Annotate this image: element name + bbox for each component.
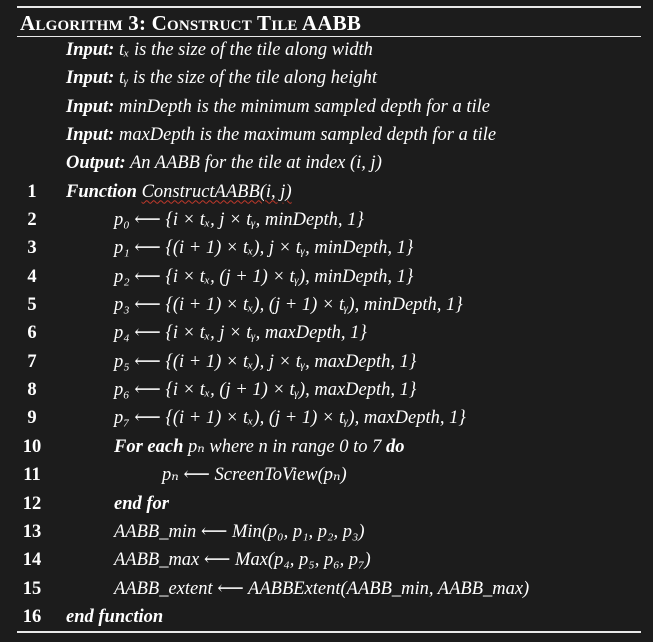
do-keyword: do [385, 436, 405, 457]
line-number: 3 [27, 238, 37, 259]
bottom-rule [17, 631, 641, 633]
output-text: An AABB for the tile at index (i, j) [129, 153, 382, 174]
line-number: 8 [27, 380, 37, 401]
loop-text: pₙ where n in range 0 to 7 [188, 436, 382, 457]
end-for-keyword: end for [114, 493, 169, 514]
output-keyword: Output: [66, 153, 126, 174]
step-line: 15 AABB_extent ⟵ AABBExtent(AABB_min, AA… [0, 575, 653, 603]
line-number: 7 [27, 351, 37, 372]
step-line: 4 p₂ ⟵ {i × tₓ, (j + 1) × tᵧ), minDepth,… [0, 263, 653, 291]
step-line: 14 AABB_max ⟵ Max(p₄, p₅, p₆, p₇) [0, 546, 653, 574]
line-number: 9 [27, 408, 37, 429]
step-line: 9 p₇ ⟵ {(i + 1) × tₓ), (j + 1) × tᵧ), ma… [0, 404, 653, 432]
line-number: 6 [27, 323, 37, 344]
function-keyword: Function [66, 181, 137, 202]
input-line: Input: maxDepth is the maximum sampled d… [0, 121, 653, 149]
step-line: 2 p₀ ⟵ {i × tₓ, j × tᵧ, minDepth, 1} [0, 206, 653, 234]
input-line: Input: tᵧ is the size of the tile along … [0, 64, 653, 92]
input-keyword: Input: [66, 125, 115, 146]
line-number: 1 [27, 181, 37, 202]
line-number: 11 [23, 465, 41, 486]
input-text: maxDepth is the maximum sampled depth fo… [118, 125, 497, 146]
step-line: 6 p₄ ⟵ {i × tₓ, j × tᵧ, maxDepth, 1} [0, 319, 653, 347]
line-number: 16 [22, 606, 42, 627]
step-line: 13 AABB_min ⟵ Min(p₀, p₁, p₂, p₃) [0, 518, 653, 546]
step-line: 16 end function [0, 603, 653, 631]
step-text: p₇ ⟵ {(i + 1) × tₓ), (j + 1) × tᵧ), maxD… [114, 408, 466, 429]
line-number: 13 [22, 521, 42, 542]
line-number: 10 [22, 436, 42, 457]
step-text: p₁ ⟵ {(i + 1) × tₓ), j × tᵧ, minDepth, 1… [114, 238, 414, 259]
line-number: 12 [22, 493, 42, 514]
step-line: 3 p₁ ⟵ {(i + 1) × tₓ), j × tᵧ, minDepth,… [0, 234, 653, 262]
algorithm-title: Algorithm 3: Construct Tile AABB [20, 11, 362, 35]
step-line: 5 p₃ ⟵ {(i + 1) × tₓ), (j + 1) × tᵧ), mi… [0, 291, 653, 319]
algorithm-body: Input: tₓ is the size of the tile along … [0, 36, 653, 631]
output-line: Output: An AABB for the tile at index (i… [0, 149, 653, 177]
step-line: 12 end for [0, 490, 653, 518]
line-number: 15 [22, 578, 42, 599]
line-number: 2 [27, 210, 37, 231]
input-text: tᵧ is the size of the tile along height [118, 68, 378, 89]
step-text: AABB_min ⟵ Min(p₀, p₁, p₂, p₃) [114, 521, 365, 542]
step-text: pₙ ⟵ ScreenToView(pₙ) [162, 465, 347, 486]
step-line: 10 For each pₙ where n in range 0 to 7 d… [0, 433, 653, 461]
step-line: 1 Function ConstructAABB(i, j) [0, 178, 653, 206]
step-text: p₃ ⟵ {(i + 1) × tₓ), (j + 1) × tᵧ), minD… [114, 295, 463, 316]
step-text: AABB_max ⟵ Max(p₄, p₅, p₆, p₇) [114, 550, 371, 571]
input-keyword: Input: [66, 40, 115, 60]
line-number: 4 [27, 266, 37, 287]
input-text: tₓ is the size of the tile along width [118, 40, 373, 60]
algorithm-box: Algorithm 3: Construct Tile AABB Input: … [0, 0, 653, 642]
input-line: Input: minDepth is the minimum sampled d… [0, 93, 653, 121]
step-text: p₀ ⟵ {i × tₓ, j × tᵧ, minDepth, 1} [114, 210, 364, 231]
input-text: minDepth is the minimum sampled depth fo… [118, 96, 490, 117]
step-text: p₆ ⟵ {i × tₓ, (j + 1) × tᵧ), maxDepth, 1… [114, 380, 417, 401]
input-keyword: Input: [66, 68, 115, 89]
line-number: 14 [22, 550, 42, 571]
step-line: 11 pₙ ⟵ ScreenToView(pₙ) [0, 461, 653, 489]
step-text: p₂ ⟵ {i × tₓ, (j + 1) × tᵧ), minDepth, 1… [114, 266, 414, 287]
function-signature: ConstructAABB(i, j) [141, 181, 292, 202]
end-function-keyword: end function [66, 606, 164, 627]
step-text: p₄ ⟵ {i × tₓ, j × tᵧ, maxDepth, 1} [114, 323, 367, 344]
input-line: Input: tₓ is the size of the tile along … [0, 36, 653, 64]
step-line: 7 p₅ ⟵ {(i + 1) × tₓ), j × tᵧ, maxDepth,… [0, 348, 653, 376]
step-text: p₅ ⟵ {(i + 1) × tₓ), j × tᵧ, maxDepth, 1… [114, 351, 417, 372]
step-line: 8 p₆ ⟵ {i × tₓ, (j + 1) × tᵧ), maxDepth,… [0, 376, 653, 404]
for-each-keyword: For each [114, 436, 184, 457]
step-text: AABB_extent ⟵ AABBExtent(AABB_min, AABB_… [114, 578, 530, 599]
line-number: 5 [27, 295, 37, 316]
input-keyword: Input: [66, 96, 115, 117]
